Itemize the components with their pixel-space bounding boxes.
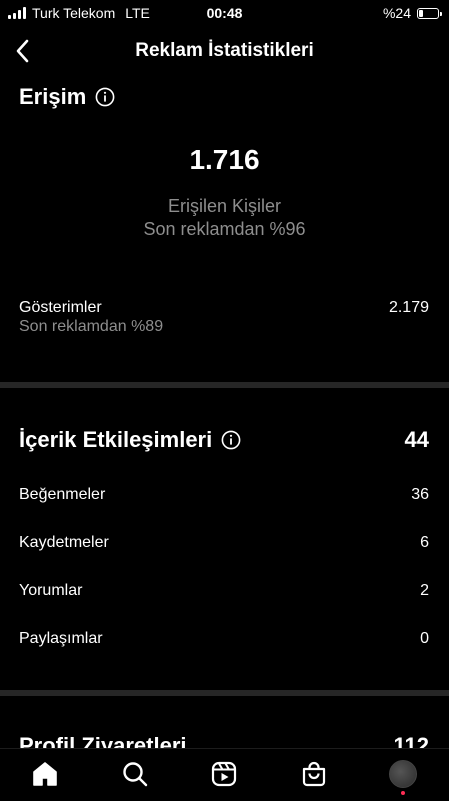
status-right: %24 [382,5,442,21]
impressions-change: Son reklamdan %89 [19,318,164,335]
impressions-value: 2.179 [388,299,429,316]
tab-bar [0,748,449,801]
home-icon [33,762,57,786]
tab-profile[interactable] [388,759,418,789]
saves-value: 6 [420,534,429,551]
reels-icon [211,761,237,787]
reach-value: 1.716 [189,144,260,175]
reach-label: Erişilen Kişiler [167,196,282,216]
reach-title-text: Erişim [19,84,87,109]
shares-value: 0 [420,630,429,647]
comments-value: 2 [420,582,429,599]
profile-avatar [389,760,417,788]
info-icon[interactable] [95,87,115,107]
impressions-label: Gösterimler [19,299,102,316]
notification-dot [401,791,405,795]
tab-shop[interactable] [299,759,329,789]
status-time: 00:48 [206,5,243,21]
likes-label: Beğenmeler [19,486,106,503]
battery-icon [417,7,442,19]
comments-label: Yorumlar [19,582,83,599]
reach-section-title: Erişim [19,84,115,110]
section-divider [0,382,449,388]
battery-percent: %24 [382,5,411,21]
saves-label: Kaydetmeler [19,534,109,551]
status-bar: Turk Telekom LTE 00:48 %24 [0,0,449,26]
page-title: Reklam İstatistikleri [135,40,314,61]
likes-value: 36 [411,486,429,503]
engagement-total: 44 [404,427,429,452]
reach-change: Son reklamdan %96 [143,219,306,239]
shop-icon [302,761,326,787]
tab-home[interactable] [30,759,60,789]
engagement-title-text: İçerik Etkileşimleri [19,427,213,452]
tab-search[interactable] [120,759,150,789]
info-icon[interactable] [221,430,241,450]
engagement-section-title: İçerik Etkileşimleri [19,427,241,453]
tab-reels[interactable] [209,759,239,789]
search-icon [123,762,148,787]
shares-label: Paylaşımlar [19,630,103,647]
section-divider [0,690,449,696]
nav-bar: Reklam İstatistikleri [0,26,449,76]
